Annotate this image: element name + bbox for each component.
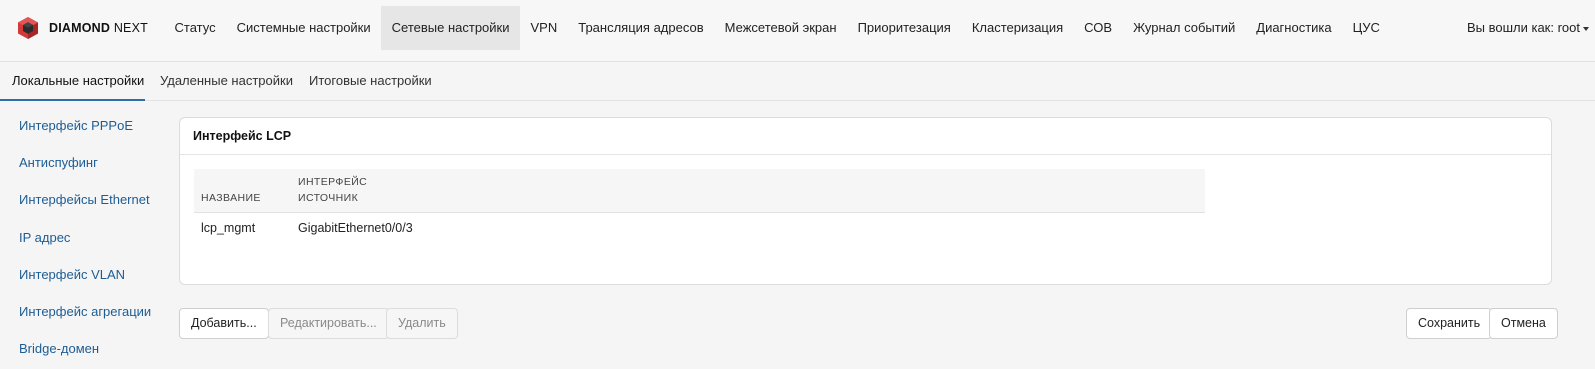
tab-remote-settings[interactable]: Удаленные настройки bbox=[160, 62, 293, 101]
nav-item-network-settings[interactable]: Сетевые настройки bbox=[381, 6, 520, 50]
table-row[interactable]: lcp_mgmt GigabitEthernet0/0/3 bbox=[194, 213, 1205, 245]
lcp-interface-panel: Интерфейс LCP НАЗВАНИЕ ИНТЕРФЕЙС ИСТОЧНИ… bbox=[179, 117, 1552, 285]
column-header-name[interactable]: НАЗВАНИЕ bbox=[201, 190, 261, 206]
sidebar-item-aggregation[interactable]: Интерфейс агрегации bbox=[19, 302, 151, 322]
column-header-source-interface[interactable]: ИНТЕРФЕЙС ИСТОЧНИК bbox=[298, 174, 418, 206]
user-label: Вы вошли как: root bbox=[1466, 20, 1580, 35]
main-nav: Статус Системные настройки Сетевые настр… bbox=[164, 6, 1390, 50]
cell-source-interface: GigabitEthernet0/0/3 bbox=[298, 221, 413, 235]
sidebar-item-pppoe[interactable]: Интерфейс PPPoE bbox=[19, 116, 133, 136]
subtabs: Локальные настройки Удаленные настройки … bbox=[0, 62, 1595, 101]
tab-local-settings[interactable]: Локальные настройки bbox=[0, 62, 145, 101]
sidebar-item-ethernet[interactable]: Интерфейсы Ethernet bbox=[19, 190, 150, 210]
cell-name: lcp_mgmt bbox=[201, 221, 256, 235]
sidebar-item-antispoofing[interactable]: Антиспуфинг bbox=[19, 153, 98, 173]
delete-button[interactable]: Удалить bbox=[386, 308, 458, 339]
nav-item-system-settings[interactable]: Системные настройки bbox=[226, 6, 381, 50]
sidebar-item-ip-address[interactable]: IP адрес bbox=[19, 228, 70, 248]
sidebar-item-vlan[interactable]: Интерфейс VLAN bbox=[19, 265, 125, 285]
nav-item-diagnostics[interactable]: Диагностика bbox=[1246, 6, 1342, 50]
edit-button[interactable]: Редактировать... bbox=[268, 308, 389, 339]
user-menu[interactable]: Вы вошли как: root bbox=[1467, 6, 1589, 50]
nav-item-vpn[interactable]: VPN bbox=[520, 6, 568, 50]
red-cube-logo-icon bbox=[18, 17, 38, 39]
brand-name: DIAMOND NEXT bbox=[49, 21, 148, 35]
sidebar-item-bridge-domain[interactable]: Bridge-домен bbox=[19, 339, 99, 359]
nav-item-status[interactable]: Статус bbox=[164, 6, 226, 50]
chevron-down-icon bbox=[1583, 26, 1589, 31]
lcp-table: НАЗВАНИЕ ИНТЕРФЕЙС ИСТОЧНИК lcp_mgmt Gig… bbox=[194, 169, 1205, 245]
nav-item-firewall[interactable]: Межсетевой экран bbox=[714, 6, 847, 50]
top-navbar: DIAMOND NEXT Статус Системные настройки … bbox=[0, 0, 1595, 62]
nav-item-event-log[interactable]: Журнал событий bbox=[1123, 6, 1246, 50]
panel-title: Интерфейс LCP bbox=[180, 118, 1551, 155]
brand[interactable]: DIAMOND NEXT bbox=[16, 16, 148, 40]
nav-item-ids[interactable]: СОВ bbox=[1074, 6, 1123, 50]
save-button[interactable]: Сохранить bbox=[1406, 308, 1493, 339]
add-button[interactable]: Добавить... bbox=[179, 308, 269, 339]
cancel-button[interactable]: Отмена bbox=[1489, 308, 1558, 339]
nav-item-qos[interactable]: Приоритезация bbox=[847, 6, 961, 50]
nav-item-cms[interactable]: ЦУС bbox=[1342, 6, 1390, 50]
tab-summary-settings[interactable]: Итоговые настройки bbox=[309, 62, 432, 101]
nav-item-nat[interactable]: Трансляция адресов bbox=[568, 6, 714, 50]
nav-item-clustering[interactable]: Кластеризация bbox=[961, 6, 1073, 50]
table-header: НАЗВАНИЕ ИНТЕРФЕЙС ИСТОЧНИК bbox=[194, 169, 1205, 213]
